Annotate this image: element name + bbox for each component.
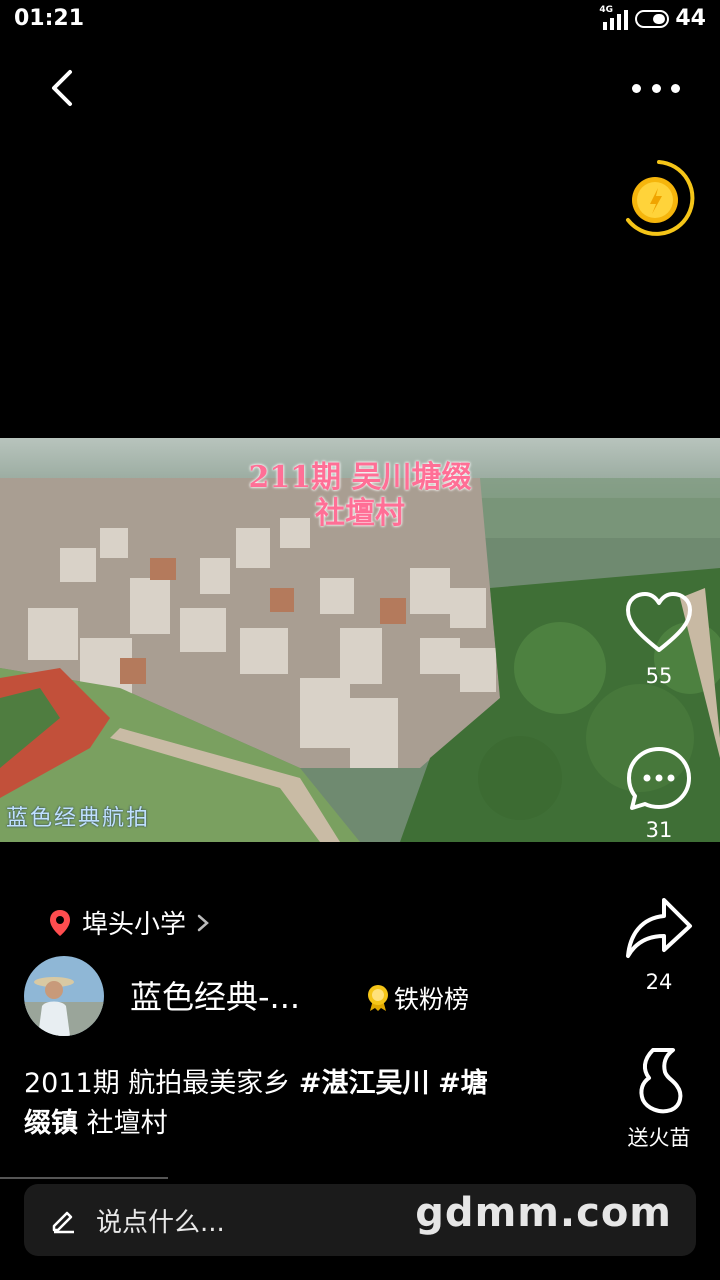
gift-label: 送火苗 (627, 1126, 691, 1150)
video-overlay-title: 211期 吴川塘缀 社壇村 (0, 460, 720, 532)
author-name[interactable]: 蓝色经典-... (130, 972, 300, 1018)
overlay-title-line2: 社壇村 (315, 496, 405, 531)
location-tag[interactable]: 埠头小学 (48, 904, 210, 941)
battery-level: 44 (675, 6, 706, 31)
overlay-title-line1: 211期 吴川塘缀 (248, 460, 472, 495)
location-label: 埠头小学 (82, 910, 187, 940)
comment-count: 31 (645, 818, 673, 842)
signal-icon: 4G (599, 4, 629, 30)
heart-icon (626, 592, 692, 652)
video-caption: 2011期 航拍最美家乡 #湛江吴川 #塘缀镇 社壇村 (24, 1064, 584, 1144)
comment-placeholder: 说点什么... (96, 1208, 225, 1238)
battery-icon (635, 9, 670, 28)
status-time: 01:21 (14, 6, 85, 31)
network-type: 4G (599, 4, 614, 15)
comment-button[interactable]: 31 (624, 744, 694, 842)
reward-coin-button[interactable] (622, 158, 696, 242)
video-progress-bar[interactable] (0, 1177, 168, 1179)
share-count: 24 (645, 970, 673, 994)
share-arrow-icon (626, 898, 692, 958)
hashtag-link-continued[interactable]: 缀镇 (24, 1108, 78, 1139)
gift-fire-button[interactable]: 送火苗 (614, 1044, 704, 1152)
coin-timer-icon (626, 160, 695, 236)
flame-icon (639, 1048, 683, 1114)
dot-icon (632, 83, 641, 93)
avatar-image (24, 956, 104, 1036)
share-button[interactable]: 24 (624, 892, 694, 994)
comment-input-bar[interactable]: 说点什么... gdmm.com (24, 1184, 696, 1256)
comment-bubble-icon (627, 747, 691, 810)
caption-text: 2011期 航拍最美家乡 (24, 1068, 299, 1099)
location-pin-icon (50, 909, 70, 936)
like-count: 55 (645, 664, 673, 688)
back-button[interactable] (44, 66, 84, 110)
video-player[interactable]: 211期 吴川塘缀 社壇村 蓝色经典航拍 (0, 438, 720, 842)
video-watermark: 蓝色经典航拍 (6, 806, 151, 831)
medal-icon (368, 985, 388, 1011)
hashtag-link[interactable]: #塘 (438, 1068, 488, 1099)
pen-icon (52, 1211, 74, 1234)
like-button[interactable]: 55 (624, 590, 694, 688)
avatar[interactable] (24, 956, 104, 1036)
status-icons: 4G 44 (599, 4, 706, 32)
site-watermark: gdmm.com (415, 1190, 672, 1236)
fans-badge-label: 铁粉榜 (394, 985, 470, 1014)
dot-icon (671, 83, 680, 93)
chevron-left-icon (52, 70, 72, 106)
chevron-right-icon (197, 914, 209, 931)
dot-icon (651, 83, 661, 93)
caption-text: 社壇村 (78, 1108, 168, 1139)
caption-space (430, 1068, 439, 1099)
fans-ranking-link[interactable]: 铁粉榜 (366, 980, 469, 1016)
more-options-button[interactable] (632, 78, 680, 98)
hashtag-link[interactable]: #湛江吴川 (299, 1068, 430, 1099)
